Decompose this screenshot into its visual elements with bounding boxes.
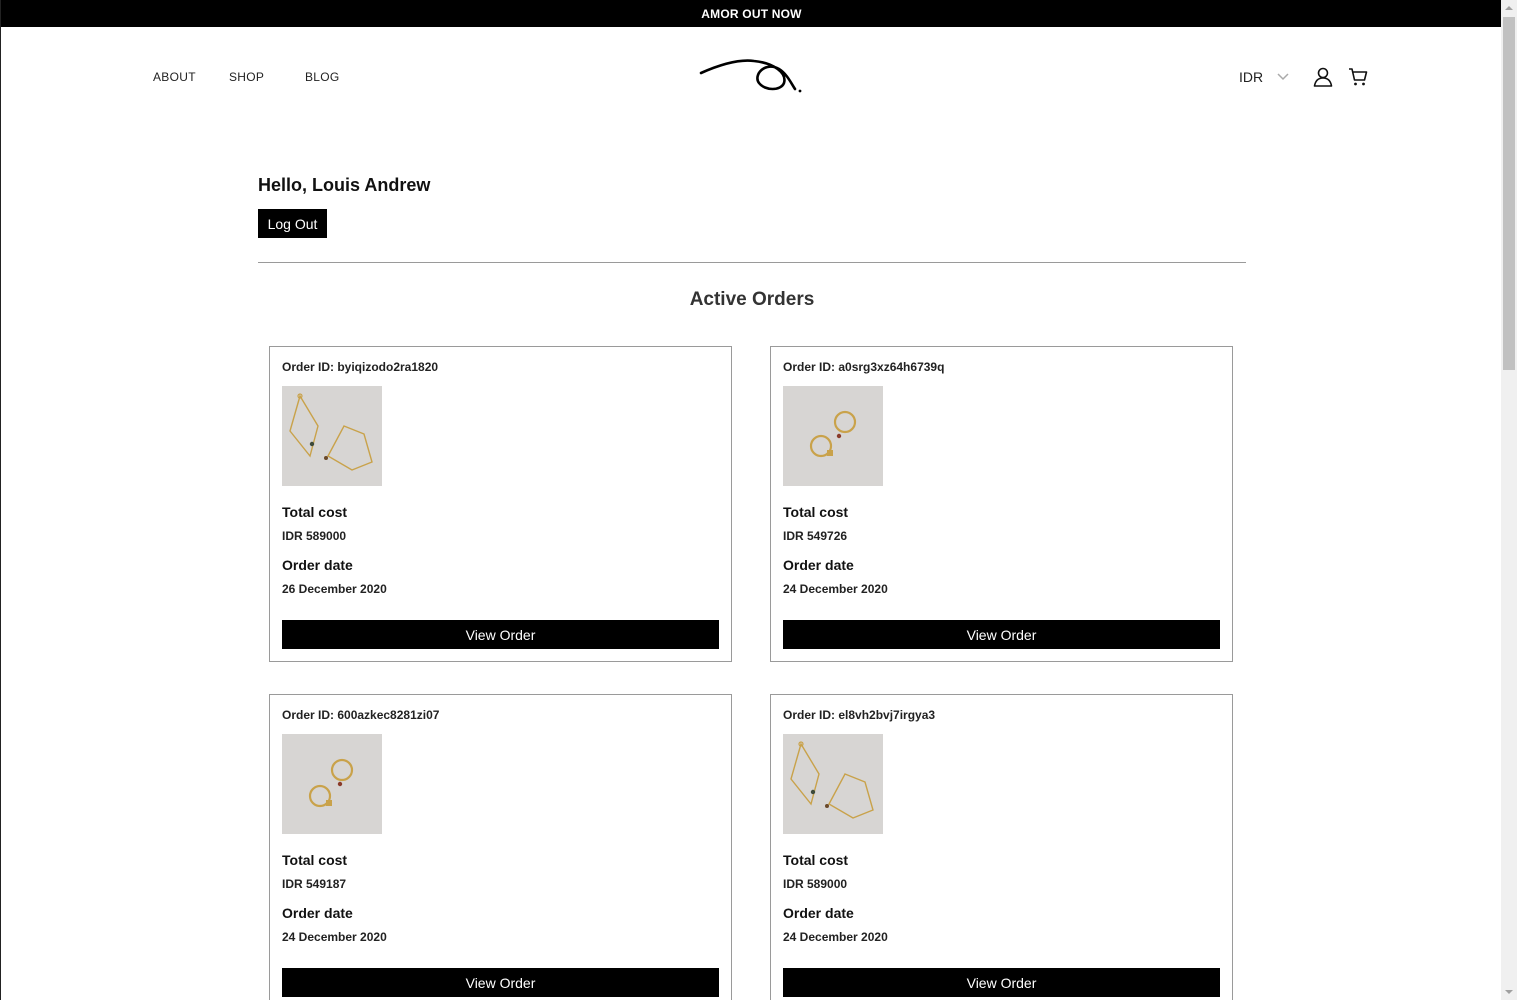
order-date-value: 24 December 2020	[783, 582, 888, 596]
order-date-label: Order date	[282, 557, 353, 573]
scroll-up-arrow-icon[interactable]	[1501, 0, 1517, 16]
chevron-down-icon	[1277, 73, 1289, 81]
order-date-value: 24 December 2020	[783, 930, 888, 944]
view-order-button[interactable]: View Order	[282, 968, 719, 997]
view-order-button[interactable]: View Order	[282, 620, 719, 649]
announcement-text: AMOR OUT NOW	[701, 6, 802, 21]
signature-logo-icon[interactable]	[699, 55, 804, 97]
order-card: Order ID: a0srg3xz64h6739q Total cost ID…	[770, 346, 1233, 662]
order-id: Order ID: el8vh2bvj7irgya3	[783, 708, 936, 722]
scrollbar-thumb[interactable]	[1503, 17, 1515, 370]
user-icon[interactable]	[1313, 67, 1333, 87]
vertical-scrollbar[interactable]	[1501, 0, 1517, 1000]
page: AMOR OUT NOW ABOUT SHOP BLOG IDR Hello, …	[0, 0, 1501, 1000]
nav-shop-link[interactable]: SHOP	[229, 70, 264, 84]
active-orders-title: Active Orders	[689, 289, 815, 310]
product-image-bracelets[interactable]	[783, 734, 883, 834]
product-image-bracelets[interactable]	[282, 386, 382, 486]
section-divider	[258, 262, 1246, 263]
announcement-bar[interactable]: AMOR OUT NOW	[1, 0, 1501, 27]
total-cost-label: Total cost	[282, 504, 348, 520]
order-date-label: Order date	[783, 557, 854, 573]
total-cost-value: IDR 589000	[783, 877, 848, 891]
scroll-down-arrow-icon[interactable]	[1501, 984, 1517, 1000]
order-card: Order ID: 600azkec8281zi07 Total cost ID…	[269, 694, 732, 1000]
greeting-heading: Hello, Louis Andrew	[258, 175, 431, 195]
order-date-value: 24 December 2020	[282, 930, 387, 944]
order-id: Order ID: 600azkec8281zi07	[282, 708, 440, 722]
total-cost-value: IDR 549726	[783, 529, 848, 543]
logout-button[interactable]: Log Out	[258, 209, 327, 238]
order-date-label: Order date	[783, 905, 854, 921]
order-card: Order ID: byiqizodo2ra1820 Total cost ID…	[269, 346, 732, 662]
product-image-rings[interactable]	[783, 386, 883, 486]
total-cost-label: Total cost	[783, 504, 849, 520]
total-cost-label: Total cost	[282, 852, 348, 868]
nav-blog-link[interactable]: BLOG	[305, 70, 340, 84]
order-id: Order ID: byiqizodo2ra1820	[282, 360, 439, 374]
total-cost-value: IDR 549187	[282, 877, 347, 891]
order-card: Order ID: el8vh2bvj7irgya3 Total cost ID…	[770, 694, 1233, 1000]
cart-icon[interactable]	[1348, 67, 1368, 87]
currency-selector[interactable]: IDR	[1239, 69, 1289, 85]
total-cost-label: Total cost	[783, 852, 849, 868]
order-id: Order ID: a0srg3xz64h6739q	[783, 360, 945, 374]
view-order-button[interactable]: View Order	[783, 620, 1220, 649]
nav-about-link[interactable]: ABOUT	[153, 70, 196, 84]
order-date-value: 26 December 2020	[282, 582, 387, 596]
view-order-button[interactable]: View Order	[783, 968, 1220, 997]
total-cost-value: IDR 589000	[282, 529, 347, 543]
product-image-rings[interactable]	[282, 734, 382, 834]
currency-value: IDR	[1239, 69, 1264, 85]
order-date-label: Order date	[282, 905, 353, 921]
